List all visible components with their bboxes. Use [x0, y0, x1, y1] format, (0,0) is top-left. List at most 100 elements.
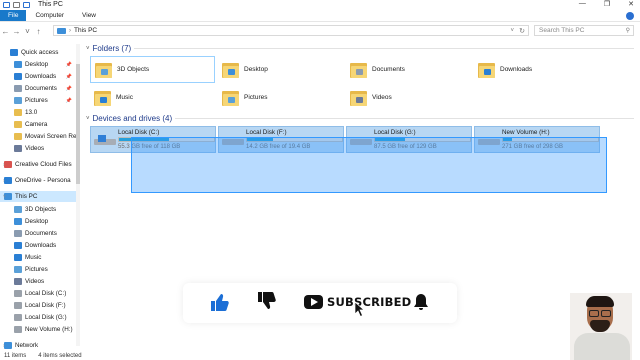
chevron-down-icon[interactable]: ˅ — [86, 116, 90, 122]
tab-view[interactable]: View — [73, 10, 105, 21]
folder-icon — [14, 121, 22, 128]
chevron-down-icon[interactable]: ˅ — [510, 28, 514, 34]
sidebar-item-videos[interactable]: Videos — [0, 276, 76, 287]
sidebar-item-3d-objects[interactable]: 3D Objects — [0, 204, 76, 215]
section-divider — [175, 118, 634, 119]
sidebar-item-label: This PC — [15, 193, 38, 200]
status-item-count: 11 items — [4, 352, 27, 359]
drive-label: Local Disk (F:) — [246, 129, 287, 136]
documents-icon — [14, 230, 22, 237]
sidebar-item-label: 13.0 — [25, 109, 38, 116]
chevron-down-icon[interactable]: ˅ — [86, 46, 90, 52]
sidebar-item-local-disk-f[interactable]: Local Disk (F:) — [0, 300, 76, 311]
folders-section-header[interactable]: ˅ Folders (7) — [86, 44, 634, 53]
address-bar[interactable]: › This PC ˅ ↻ — [53, 25, 529, 36]
sidebar-item-movavi-screen-re[interactable]: Movavi Screen Re — [0, 131, 76, 142]
folder-label: Documents — [372, 66, 405, 73]
up-button[interactable]: ↑ — [33, 27, 44, 36]
sidebar-item-pictures[interactable]: Pictures — [0, 264, 76, 275]
sidebar-item-desktop[interactable]: Desktop — [0, 216, 76, 227]
expand-arrow-icon[interactable]: › — [3, 343, 5, 349]
sidebar-item-local-disk-c[interactable]: Local Disk (C:) — [0, 288, 76, 299]
mouse-cursor-icon — [355, 302, 365, 317]
sidebar-item-label: New Volume (H:) — [25, 326, 73, 333]
folder-item[interactable]: Pictures — [218, 84, 343, 111]
folder-item[interactable]: Music — [90, 84, 215, 111]
thumbs-down-icon[interactable] — [256, 291, 276, 311]
back-button[interactable]: ← — [0, 27, 11, 36]
drive-label: Local Disk (G:) — [374, 129, 416, 136]
creative-cloud-icon — [4, 161, 12, 168]
sidebar-item-new-volume-h[interactable]: New Volume (H:) — [0, 324, 76, 335]
folder-app-icon — [3, 1, 10, 8]
close-button[interactable]: ✕ — [628, 0, 634, 8]
drives-section-header[interactable]: ˅ Devices and drives (4) — [86, 114, 634, 123]
chevron-right-icon[interactable]: › — [69, 28, 71, 34]
presenter-glasses — [589, 310, 599, 317]
expand-arrow-icon[interactable]: ˅ — [3, 194, 6, 200]
bell-icon[interactable] — [413, 293, 429, 311]
properties-icon[interactable] — [13, 1, 20, 8]
pc-icon — [57, 27, 66, 34]
subscribed-label[interactable]: SUBSCRIBED — [327, 295, 411, 309]
sidebar-item-this-pc[interactable]: ˅ This PC — [0, 191, 76, 202]
folder-icon — [222, 88, 239, 107]
navigation-pane: Quick access Desktop 📌 Downloads 📌 Documents 📌… — [0, 44, 80, 349]
folder-item[interactable]: 3D Objects — [90, 56, 215, 83]
sidebar-item-music[interactable]: Music — [0, 252, 76, 263]
new-folder-icon[interactable] — [23, 1, 30, 8]
expand-arrow-icon[interactable]: › — [3, 162, 5, 168]
nav-scrollbar[interactable] — [76, 44, 80, 346]
sidebar-item-label: Pictures — [25, 97, 48, 104]
help-icon[interactable] — [626, 12, 634, 20]
breadcrumb-this-pc[interactable]: This PC — [74, 27, 97, 34]
sidebar-item-network[interactable]: › Network — [0, 340, 76, 351]
tab-file[interactable]: File — [0, 10, 27, 21]
refresh-icon[interactable]: ↻ — [519, 27, 525, 35]
sidebar-item-camera[interactable]: Camera — [0, 119, 76, 130]
sidebar-item-label: Desktop — [25, 218, 49, 225]
videos-icon — [14, 145, 22, 152]
folder-item[interactable]: Videos — [346, 84, 471, 111]
star-icon — [10, 49, 18, 56]
folder-item[interactable]: Downloads — [474, 56, 599, 83]
folder-label: Videos — [372, 94, 392, 101]
sidebar-item-label: Desktop — [25, 61, 49, 68]
sidebar-item-pictures[interactable]: Pictures 📌 — [0, 95, 76, 106]
presenter-glasses — [601, 310, 611, 317]
folder-item[interactable]: Desktop — [218, 56, 343, 83]
sidebar-item-downloads[interactable]: Downloads 📌 — [0, 71, 76, 82]
sidebar-item-documents[interactable]: Documents 📌 — [0, 83, 76, 94]
search-input[interactable]: Search This PC ⚲ — [534, 25, 634, 36]
section-divider — [134, 48, 634, 49]
sidebar-item-desktop[interactable]: Desktop 📌 — [0, 59, 76, 70]
folder-icon — [222, 60, 239, 79]
sidebar-item-local-disk-g[interactable]: Local Disk (G:) — [0, 312, 76, 323]
sidebar-item-creative-cloud-files[interactable]: › Creative Cloud Files — [0, 159, 76, 170]
maximize-button[interactable]: ❐ — [604, 0, 610, 8]
nav-scrollbar-thumb[interactable] — [76, 64, 80, 184]
search-placeholder: Search This PC — [539, 27, 585, 34]
recent-locations-button[interactable]: ˅ — [22, 27, 33, 36]
sidebar-item-onedrive-persona[interactable]: › OneDrive - Persona — [0, 175, 76, 186]
folder-icon — [478, 60, 495, 79]
sidebar-item-quick-access[interactable]: Quick access — [0, 47, 76, 58]
sidebar-item-label: OneDrive - Persona — [15, 177, 71, 184]
sidebar-item-label: Documents — [25, 230, 57, 237]
minimize-button[interactable]: — — [579, 0, 586, 8]
sidebar-item-13-0[interactable]: 13.0 — [0, 107, 76, 118]
folder-label: Desktop — [244, 66, 268, 73]
expand-arrow-icon[interactable]: › — [3, 178, 5, 184]
forward-button[interactable]: → — [11, 27, 22, 36]
presenter-hair — [586, 296, 614, 307]
sidebar-item-downloads[interactable]: Downloads — [0, 240, 76, 251]
thumbs-up-icon[interactable] — [209, 292, 229, 312]
folder-icon — [94, 88, 111, 107]
sidebar-item-videos[interactable]: Videos — [0, 143, 76, 154]
folder-icon — [350, 88, 367, 107]
sidebar-item-label: Network — [15, 342, 39, 349]
sidebar-item-documents[interactable]: Documents — [0, 228, 76, 239]
folder-item[interactable]: Documents — [346, 56, 471, 83]
sidebar-item-label: Quick access — [21, 49, 59, 56]
tab-computer[interactable]: Computer — [26, 10, 73, 21]
